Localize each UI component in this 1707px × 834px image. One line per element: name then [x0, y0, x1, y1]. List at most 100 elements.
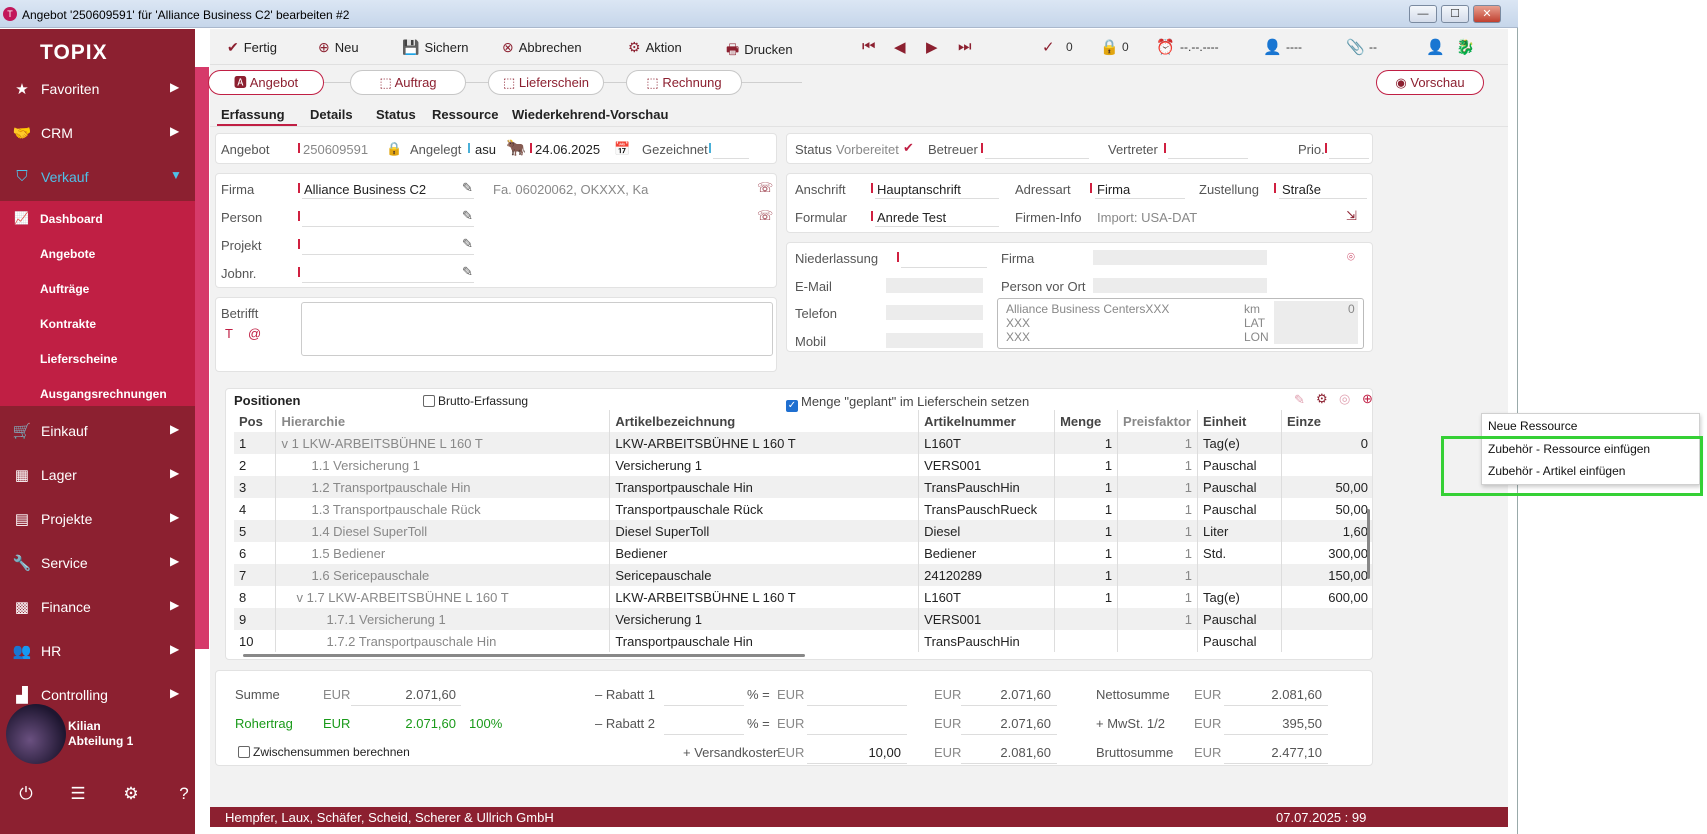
nav-crm[interactable]: 🤝 CRM ▶	[0, 114, 195, 152]
map-pin-icon[interactable]: ⌾	[1347, 249, 1355, 265]
power-icon[interactable]: ⏻	[15, 784, 37, 804]
sub-auftraege[interactable]: Aufträge	[40, 282, 89, 296]
rabatt1-amount[interactable]	[807, 705, 907, 706]
gezeichnet-input[interactable]	[713, 158, 749, 159]
pencil-icon[interactable]: ✎	[462, 264, 473, 280]
abbrechen-button[interactable]: ⊗ Abbrechen	[502, 39, 582, 56]
nav-favoriten[interactable]: ★ Favoriten ▶	[0, 70, 195, 108]
table-row[interactable]: 3 1.2 Transportpauschale Hin Transportpaus…	[234, 476, 1372, 498]
gear-icon[interactable]: ⚙	[1316, 391, 1328, 407]
tab-ressource[interactable]: Ressource	[432, 107, 498, 122]
checkmark-icon[interactable]: ✔	[903, 140, 914, 156]
sichern-button[interactable]: 💾 Sichern	[402, 39, 469, 56]
list-icon[interactable]: ☰	[67, 784, 89, 804]
column-header[interactable]: Artikelbezeichnung	[609, 410, 920, 432]
table-row[interactable]: 8v 1.7 LKW-ARBEITSBÜHNE L 160 T LKW-ARBEI…	[234, 586, 1372, 608]
vorschau-button[interactable]: ◉ Vorschau	[1376, 70, 1484, 95]
pencil-icon[interactable]: ✎	[462, 180, 473, 196]
column-header[interactable]: Hierarchie	[275, 410, 611, 432]
calendar-icon[interactable]: 📅	[614, 141, 630, 157]
workflow-lieferschein[interactable]: ⬚ Lieferschein	[488, 70, 604, 95]
column-header[interactable]: Pos	[234, 410, 277, 432]
nav-service[interactable]: 🔧 Service ▶	[0, 544, 195, 582]
tab-erfassung[interactable]: Erfassung	[221, 107, 285, 122]
prev-record-icon[interactable]: ◀	[894, 38, 906, 56]
sub-kontrakte[interactable]: Kontrakte	[40, 317, 96, 331]
table-row[interactable]: 1v 1 LKW-ARBEITSBÜHNE L 160 T LKW-ARBEITS…	[234, 432, 1372, 454]
versandkosten-value[interactable]: 10,00	[807, 745, 901, 760]
column-header[interactable]: Einze	[1281, 410, 1372, 432]
vertreter-input[interactable]	[1168, 158, 1248, 159]
firma-field[interactable]: Alliance Business C2	[304, 182, 426, 197]
next-record-icon[interactable]: ▶	[926, 38, 938, 56]
help-icon[interactable]: ?	[173, 784, 195, 804]
prio-input[interactable]	[1329, 158, 1369, 159]
last-record-icon[interactable]: ⏭	[958, 38, 972, 55]
avatar[interactable]	[6, 704, 66, 764]
sub-dashboard[interactable]: Dashboard	[40, 212, 103, 226]
workflow-auftrag[interactable]: ⬚ Auftrag	[350, 70, 466, 95]
tab-wiederkehrend-vorschau[interactable]: Wiederkehrend-Vorschau	[512, 107, 668, 122]
niederlassung-input[interactable]	[901, 267, 987, 268]
table-row[interactable]: 2 1.1 Versicherung 1 Versicherung 1 VERS001…	[234, 454, 1372, 476]
adressart-field[interactable]: Firma	[1097, 182, 1130, 197]
zwischensummen-checkbox[interactable]: Zwischensummen berechnen	[238, 745, 410, 759]
menu-item-neue-ressource[interactable]: Neue Ressource	[1482, 416, 1701, 436]
projekt-input[interactable]	[302, 254, 474, 255]
close-button[interactable]: ✕	[1473, 5, 1501, 23]
column-header[interactable]: Preisfaktor	[1117, 410, 1199, 432]
horizontal-scrollbar[interactable]	[243, 654, 805, 657]
gear-icon[interactable]: ⚙	[120, 784, 142, 804]
workflow-angebot[interactable]: 🅰 Angebot	[208, 70, 324, 95]
nav-projekte[interactable]: ▤ Projekte ▶	[0, 500, 195, 538]
alarm-clock-icon[interactable]: ⏰	[1156, 38, 1175, 56]
pencil-icon[interactable]: ✎	[462, 236, 473, 252]
betreuer-input[interactable]	[985, 158, 1089, 159]
mascot-icon[interactable]: 🐉	[1456, 38, 1475, 56]
at-sign-icon[interactable]: @	[248, 326, 261, 341]
sub-ausgangsrechnungen[interactable]: Ausgangsrechnungen	[40, 387, 167, 401]
formular-field[interactable]: Anrede Test	[877, 210, 946, 225]
lock-icon[interactable]: 🔒	[386, 141, 402, 157]
table-row[interactable]: 10 1.7.2 Transportpauschale Hin Transportp…	[234, 630, 1372, 652]
table-row[interactable]: 6 1.5 Bediener Bediener Bediener 1 1 Std. 300,0…	[234, 542, 1372, 564]
rabatt2-input[interactable]	[664, 734, 744, 735]
tab-status[interactable]: Status	[376, 107, 416, 122]
betrifft-textarea[interactable]	[301, 302, 773, 356]
minimize-button[interactable]: —	[1409, 5, 1437, 23]
person-icon[interactable]: 👤	[1263, 38, 1282, 56]
rabatt1-input[interactable]	[664, 705, 744, 706]
column-header[interactable]: Artikelnummer	[918, 410, 1056, 432]
paperclip-icon[interactable]: 📎	[1346, 38, 1365, 56]
table-row[interactable]: 5 1.4 Diesel SuperToll Diesel SuperToll Die…	[234, 520, 1372, 542]
zustellung-field[interactable]: Straße	[1282, 182, 1321, 197]
nav-einkauf[interactable]: 🛒 Einkauf ▶	[0, 412, 195, 450]
nav-verkauf[interactable]: ⛉ Verkauf ▼	[0, 158, 195, 196]
add-icon[interactable]: ⊕	[1362, 391, 1372, 407]
sub-angebote[interactable]: Angebote	[40, 247, 95, 261]
column-header[interactable]: Menge	[1054, 410, 1119, 432]
anschrift-field[interactable]: Hauptanschrift	[877, 182, 961, 197]
table-row[interactable]: 9 1.7.1 Versicherung 1 Versicherung 1 VERS0…	[234, 608, 1372, 630]
nav-hr[interactable]: 👥 HR ▶	[0, 632, 195, 670]
rabatt2-amount[interactable]	[807, 734, 907, 735]
column-header[interactable]: Einheit	[1197, 410, 1282, 432]
jobnr-input[interactable]	[302, 282, 474, 283]
table-row[interactable]: 4 1.3 Transportpauschale Rück Transportpau…	[234, 498, 1372, 520]
aktion-button[interactable]: ⚙ Aktion	[628, 39, 682, 56]
angelegt-date[interactable]: 24.06.2025	[535, 142, 600, 157]
maximize-button[interactable]: ☐	[1441, 5, 1469, 23]
tab-details[interactable]: Details	[310, 107, 353, 122]
text-format-icon[interactable]: T	[225, 326, 233, 341]
drucken-button[interactable]: 🖶 Drucken	[726, 39, 793, 63]
phone-icon[interactable]: ☏	[757, 180, 773, 196]
open-external-icon[interactable]: ⇲	[1346, 208, 1357, 224]
phone-icon[interactable]: ☏	[757, 208, 773, 224]
neu-button[interactable]: ⊕ Neu	[318, 39, 359, 56]
table-row[interactable]: 7 1.6 Sericepauschale Sericepauschale 24120…	[234, 564, 1372, 586]
nav-finance[interactable]: ▩ Finance ▶	[0, 588, 195, 626]
nav-lager[interactable]: ▦ Lager ▶	[0, 456, 195, 494]
workflow-rechnung[interactable]: ⬚ Rechnung	[626, 70, 742, 95]
checkmark-icon[interactable]: ✓	[1042, 38, 1055, 56]
person-input[interactable]	[302, 226, 474, 227]
